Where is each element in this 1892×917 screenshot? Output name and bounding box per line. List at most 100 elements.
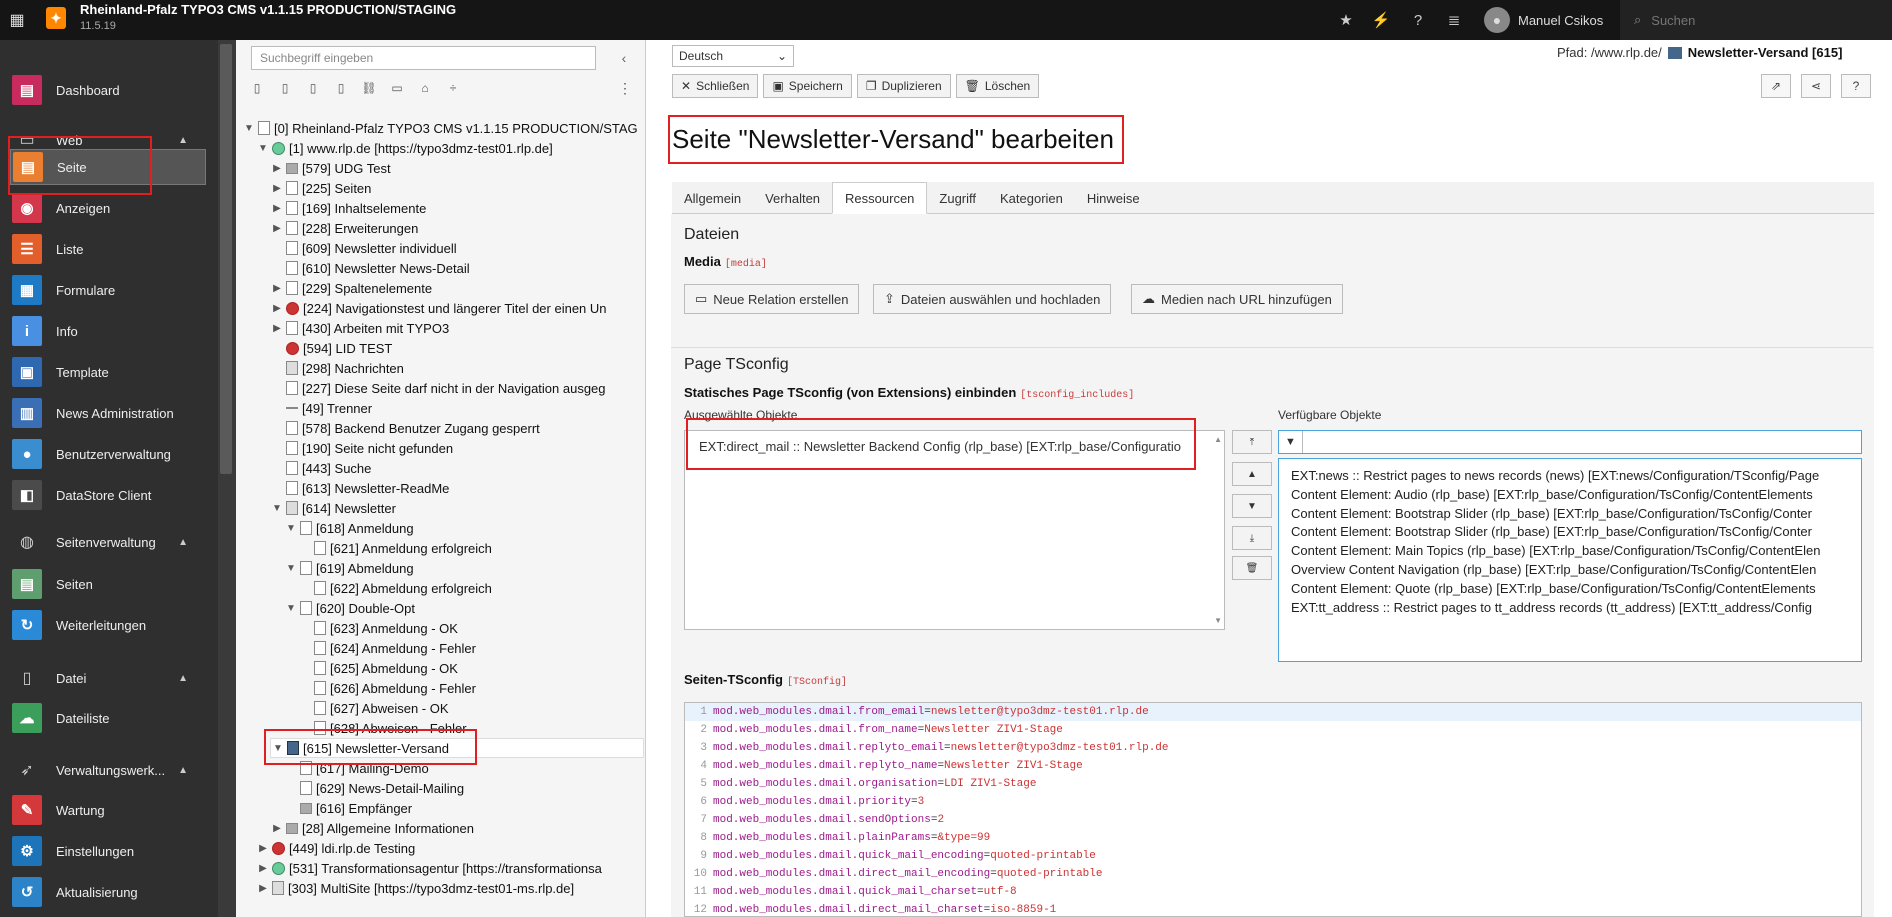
tree-node[interactable]: [609] Newsletter individuell: [270, 238, 457, 258]
tab-hinweise[interactable]: Hinweise: [1075, 182, 1152, 214]
folder-icon[interactable]: ▭: [390, 80, 404, 96]
tree-node[interactable]: [624] Anmeldung - Fehler: [298, 638, 476, 658]
tree-node-label[interactable]: [169] Inhaltselemente: [302, 201, 426, 216]
available-option[interactable]: Content Element: Audio (rlp_base) [EXT:r…: [1291, 486, 1849, 505]
tree-node-label[interactable]: [615] Newsletter-Versand: [303, 741, 449, 756]
bookmark-star-icon[interactable]: ★: [1330, 0, 1362, 40]
expand-icon[interactable]: ▼: [284, 603, 298, 614]
page-page-icon[interactable]: [286, 381, 298, 395]
tree-node-label[interactable]: [578] Backend Benutzer Zugang gesperrt: [302, 421, 540, 436]
tree-node[interactable]: ▶ [169] Inhaltselemente: [270, 198, 426, 218]
available-option[interactable]: Content Element: Bootstrap Slider (rlp_b…: [1291, 523, 1849, 542]
module-formulare[interactable]: ▦ Formulare: [0, 272, 218, 308]
new-page-icon[interactable]: ▯: [250, 80, 264, 96]
available-filter[interactable]: ▼: [1278, 430, 1862, 454]
root-page-icon[interactable]: [258, 121, 270, 135]
tree-node[interactable]: [610] Newsletter News-Detail: [270, 258, 470, 278]
tree-node-label[interactable]: [623] Anmeldung - OK: [330, 621, 458, 636]
red-page-icon[interactable]: [286, 341, 299, 355]
available-option[interactable]: Content Element: Bootstrap Slider (rlp_b…: [1291, 505, 1849, 524]
code-line[interactable]: 11 mod.web_modules.dmail.quick_mail_chars…: [685, 883, 1861, 901]
module-anzeigen[interactable]: ◉ Anzeigen: [0, 190, 218, 226]
upload-button[interactable]: ⇪ Dateien auswählen und hochladen: [873, 284, 1112, 314]
code-line[interactable]: 6 mod.web_modules.dmail.priority = 3: [685, 793, 1861, 811]
tree-node[interactable]: [227] Diese Seite darf nicht in der Navi…: [270, 378, 606, 398]
scroll-up-icon[interactable]: ▲: [1214, 435, 1222, 444]
tree-node-label[interactable]: [531] Transformationsagentur [https://tr…: [289, 861, 602, 876]
tree-node-label[interactable]: [28] Allgemeine Informationen: [302, 821, 474, 836]
tree-node-label[interactable]: [625] Abmeldung - OK: [330, 661, 458, 676]
collapse-icon[interactable]: ▶: [270, 303, 284, 314]
page-page-icon[interactable]: [314, 621, 326, 635]
page-page-icon[interactable]: [314, 721, 326, 735]
language-select[interactable]: Deutsch ⌄: [672, 45, 794, 67]
tab-verhalten[interactable]: Verhalten: [753, 182, 832, 214]
typo3-logo[interactable]: ✦: [46, 7, 66, 29]
module-einstellungen[interactable]: ⚙ Einstellungen: [0, 833, 218, 869]
shortcut-page-icon[interactable]: ▯: [306, 80, 320, 96]
page-page-icon[interactable]: [314, 541, 326, 555]
tree-node[interactable]: ▶ [229] Spaltenelemente: [270, 278, 432, 298]
user-menu[interactable]: ● Manuel Csikos: [1484, 0, 1603, 40]
tree-node-label[interactable]: [228] Erweiterungen: [302, 221, 418, 236]
tree-search-input[interactable]: Suchbegriff eingeben: [251, 46, 596, 70]
apps-grid-icon[interactable]: ▦: [0, 0, 34, 40]
tree-node[interactable]: ▼ [1] www.rlp.de [https://typo3dmz-test01…: [256, 138, 553, 158]
tree-node-label[interactable]: [225] Seiten: [302, 181, 371, 196]
tree-node-label[interactable]: [49] Trenner: [302, 401, 372, 416]
expand-icon[interactable]: ▼: [242, 123, 256, 134]
tree-node[interactable]: ▶ [28] Allgemeine Informationen: [270, 818, 474, 838]
tree-node[interactable]: ▼ [614] Newsletter: [270, 498, 396, 518]
tree-node[interactable]: [616] Empfänger: [284, 798, 412, 818]
page-page-icon[interactable]: [286, 461, 298, 475]
tree-node-label[interactable]: [229] Spaltenelemente: [302, 281, 432, 296]
tree-node[interactable]: [621] Anmeldung erfolgreich: [298, 538, 492, 558]
collapse-icon[interactable]: ▶: [270, 323, 284, 334]
expand-icon[interactable]: ▼: [271, 743, 285, 754]
available-option[interactable]: Content Element: Main Topics (rlp_base) …: [1291, 542, 1849, 561]
glob-page-icon[interactable]: [272, 861, 285, 875]
tree-node[interactable]: ▶ [224] Navigationstest und längerer Tite…: [270, 298, 606, 318]
code-line[interactable]: 4 mod.web_modules.dmail.replyto_name = News…: [685, 757, 1861, 775]
available-objects-list[interactable]: EXT:news :: Restrict pages to news recor…: [1278, 458, 1862, 662]
recycler-icon[interactable]: ⌂: [418, 80, 432, 96]
link-page-icon[interactable]: ⛓: [361, 80, 376, 96]
move-down-button[interactable]: ▼: [1232, 494, 1272, 518]
remove-button[interactable]: 🗑: [1232, 556, 1272, 580]
tree-node[interactable]: ▼ [618] Anmeldung: [284, 518, 414, 538]
available-option[interactable]: Content Element: Quote (rlp_base) [EXT:r…: [1291, 580, 1849, 599]
tsconfig-code-editor[interactable]: 1 mod.web_modules.dmail.from_email = newsle…: [684, 702, 1862, 917]
scroll-down-icon[interactable]: ▼: [1214, 616, 1222, 625]
new-relation-button[interactable]: ▭ Neue Relation erstellen: [684, 284, 860, 314]
tree-node-label[interactable]: [627] Abweisen - OK: [330, 701, 449, 716]
tree-node-label[interactable]: [579] UDG Test: [302, 161, 391, 176]
tree-node[interactable]: ▼ [615] Newsletter-Versand: [270, 738, 644, 758]
tree-node-label[interactable]: [449] ldi.rlp.de Testing: [289, 841, 415, 856]
group-verwaltung[interactable]: ➶ Verwaltungswerk... ▲: [0, 752, 218, 788]
help-button-icon[interactable]: ?: [1841, 74, 1871, 98]
tree-node-label[interactable]: [298] Nachrichten: [302, 361, 404, 376]
page-page-icon[interactable]: [314, 681, 326, 695]
tree-node[interactable]: [578] Backend Benutzer Zugang gesperrt: [270, 418, 540, 438]
tree-node[interactable]: [49] Trenner: [270, 398, 372, 418]
home-page-icon[interactable]: [272, 881, 284, 895]
home-page-icon[interactable]: [286, 501, 298, 515]
expand-icon[interactable]: ▼: [270, 503, 284, 514]
tree-node-label[interactable]: [443] Suche: [302, 461, 371, 476]
restricted-page-icon[interactable]: ▯: [334, 80, 348, 96]
page-page-icon[interactable]: [286, 241, 298, 255]
search-input[interactable]: [1651, 12, 1852, 28]
tree-node-label[interactable]: [610] Newsletter News-Detail: [302, 261, 470, 276]
delete-button[interactable]: 🗑 Löschen: [955, 74, 1040, 98]
red-page-icon[interactable]: [272, 841, 285, 855]
tree-node[interactable]: [613] Newsletter-ReadMe: [270, 478, 449, 498]
page-page-icon[interactable]: [300, 561, 312, 575]
collapse-icon[interactable]: ▶: [270, 163, 284, 174]
mail-page-icon[interactable]: [287, 741, 299, 755]
page-page-icon[interactable]: [286, 181, 298, 195]
duplicate-button[interactable]: ❐ Duplizieren: [856, 74, 951, 98]
tree-node-label[interactable]: [620] Double-Opt: [316, 601, 415, 616]
tree-node[interactable]: ▶ [303] MultiSite [https://typo3dmz-test0…: [256, 878, 574, 898]
group-seitenverwaltung[interactable]: ◍ Seitenverwaltung ▲: [0, 524, 218, 560]
tree-node[interactable]: ▶ [449] ldi.rlp.de Testing: [256, 838, 415, 858]
